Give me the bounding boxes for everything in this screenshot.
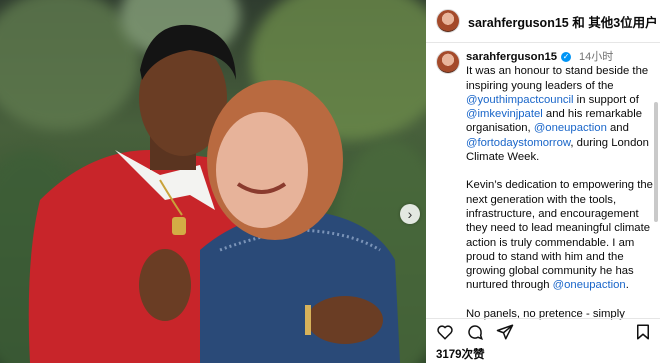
next-photo-button[interactable]: ›: [400, 204, 420, 224]
post-photo: ›: [0, 0, 426, 363]
header-other-users[interactable]: 和 其他3位用户: [572, 16, 657, 30]
mention-link[interactable]: @oneupaction: [553, 279, 626, 291]
caption-body: sarahferguson15 ✓ 14小时 It was an honour …: [466, 50, 656, 320]
caption-scrollbar[interactable]: [654, 102, 658, 222]
header-username-link[interactable]: sarahferguson15: [468, 16, 569, 30]
caption-text: and: [606, 122, 629, 135]
people-illustration: [28, 24, 400, 363]
likes-count[interactable]: 3179次赞: [436, 346, 485, 362]
caption-header: sarahferguson15 ✓ 14小时: [466, 50, 656, 64]
mention-link[interactable]: @imkevinjpatel: [466, 108, 543, 120]
caption-paragraph-2: Kevin’s dedication to empowering the nex…: [466, 178, 656, 292]
comment-icon[interactable]: [466, 323, 484, 341]
mention-link[interactable]: @fortodaystomorrow: [466, 137, 570, 149]
post-time[interactable]: 14小时: [579, 50, 613, 64]
heart-icon[interactable]: [436, 323, 454, 341]
caption-username[interactable]: sarahferguson15: [466, 50, 557, 64]
caption-text: in support of: [573, 93, 639, 106]
verified-icon: ✓: [561, 52, 572, 63]
bookmark-icon[interactable]: [634, 323, 652, 341]
author-avatar[interactable]: [436, 9, 460, 33]
caption-avatar[interactable]: [436, 50, 460, 74]
caption-area: sarahferguson15 ✓ 14小时 It was an honour …: [426, 42, 660, 320]
caption-paragraph-1: It was an honour to stand beside the ins…: [466, 64, 656, 164]
caption-text: Kevin’s dedication to empowering the nex…: [466, 179, 653, 292]
mention-link[interactable]: @youthimpactcouncil: [466, 94, 574, 106]
chevron-right-icon: ›: [407, 206, 413, 222]
post-header: sarahferguson15 和 其他3位用户: [426, 0, 660, 43]
share-icon[interactable]: [496, 323, 514, 341]
caption-text: It was an honour to stand beside the ins…: [466, 65, 649, 92]
mention-link[interactable]: @oneupaction: [534, 122, 607, 134]
caption-text: .: [625, 279, 629, 292]
post-side-panel: sarahferguson15 和 其他3位用户 sarahferguson15…: [426, 0, 660, 363]
header-usernames: sarahferguson15 和 其他3位用户: [468, 12, 658, 31]
actions-divider: [426, 318, 660, 319]
